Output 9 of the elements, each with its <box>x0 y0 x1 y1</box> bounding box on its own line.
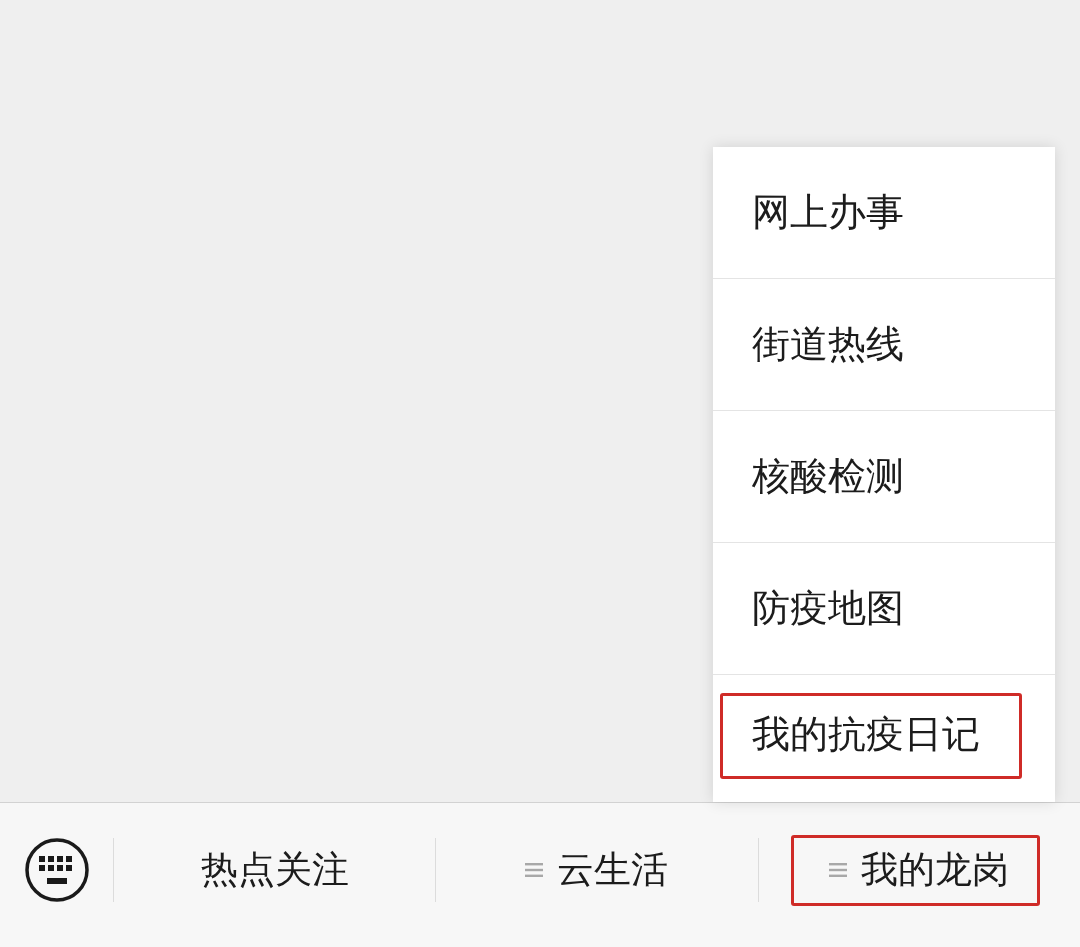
bottom-tab[interactable]: 我的龙岗 <box>758 833 1080 907</box>
keyboard-icon <box>24 838 89 902</box>
menu-item[interactable]: 我的抗疫日记 <box>713 675 1055 802</box>
menu-item[interactable]: 防疫地图 <box>713 543 1055 674</box>
menu-item[interactable]: 网上办事 <box>713 147 1055 278</box>
menu-item[interactable]: 街道热线 <box>713 279 1055 410</box>
bottom-tab[interactable]: 云生活 <box>436 833 758 907</box>
bottom-tab[interactable]: 热点关注 <box>114 833 436 907</box>
menu-item[interactable]: 核酸检测 <box>713 411 1055 542</box>
